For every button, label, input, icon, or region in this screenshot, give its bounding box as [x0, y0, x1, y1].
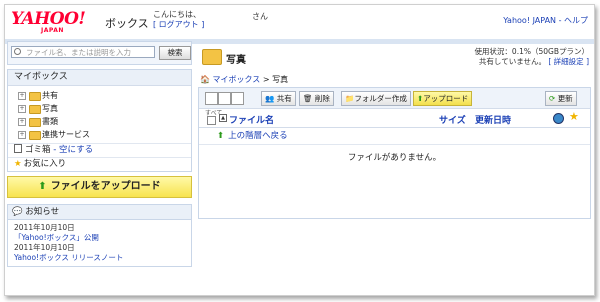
greeting: こんにちは、 [ ログアウト ] — [153, 10, 204, 30]
go-up-row[interactable]: ⬆ 上の階層へ戻る — [199, 128, 590, 145]
trash-icon — [14, 144, 22, 153]
tree-item-label: 連携サービス — [42, 130, 90, 139]
service-name[interactable]: ボックス — [105, 15, 149, 31]
speech-bubble-icon: 💬 — [12, 207, 23, 217]
trash-item[interactable]: ゴミ箱 - 空にする — [8, 143, 191, 157]
mybox-panel: マイボックス + 共有 + 写真 + 書類 + 連携サービス ゴミ箱 - 空にす… — [7, 69, 192, 172]
breadcrumb: 🏠 マイボックス > 写真 — [200, 74, 288, 85]
folder-tree: + 共有 + 写真 + 書類 + 連携サービス — [8, 86, 191, 143]
favorites-item[interactable]: ★ お気に入り — [8, 157, 191, 171]
upload-file-button[interactable]: ⬆ ファイルをアップロード — [7, 176, 192, 198]
column-header: すべて ▲ ファイル名 サイズ 更新日時 ★ — [199, 109, 590, 128]
sidebar: ファイル名、または説明を入力 検索 マイボックス + 共有 + 写真 + 書類 … — [7, 41, 192, 267]
header: YAHOO! JAPAN ボックス こんにちは、 [ ログアウト ] さん Ya… — [5, 5, 594, 41]
file-list: 👥 共有 🗑 削除 📁フォルダー作成 ⬆アップロード ⟳ 更新 すべて ▲ ファ… — [198, 87, 591, 219]
favorites-label[interactable]: お気に入り — [24, 159, 67, 169]
grid-view-icon[interactable] — [231, 92, 244, 105]
refresh-button[interactable]: ⟳ 更新 — [545, 91, 577, 106]
tree-item-photos[interactable]: + 写真 — [18, 102, 191, 115]
column-size[interactable]: サイズ — [439, 113, 466, 126]
tree-item-label: 共有 — [42, 91, 58, 100]
star-icon: ★ — [569, 110, 579, 123]
tree-item-documents[interactable]: + 書類 — [18, 115, 191, 128]
logout-link[interactable]: [ ログアウト ] — [153, 20, 204, 30]
share-label: 共有 — [276, 94, 292, 103]
top-links[interactable]: Yahoo! JAPAN - ヘルプ — [503, 15, 588, 26]
up-arrow-icon: ⬆ — [217, 131, 225, 141]
folder-icon — [29, 92, 41, 101]
tree-item-label: 写真 — [42, 104, 58, 113]
greeting-text: こんにちは、 — [153, 10, 201, 19]
go-up-link[interactable]: 上の階層へ戻る — [228, 131, 288, 141]
upload-button[interactable]: ⬆アップロード — [413, 91, 473, 106]
yahoo-logo[interactable]: YAHOO! — [11, 9, 86, 29]
folder-icon — [29, 118, 41, 127]
user-suffix: さん — [252, 12, 268, 21]
share-icon: 👥 — [265, 94, 275, 103]
sort-icon[interactable]: ▲ — [219, 114, 227, 122]
tree-item-linked-services[interactable]: + 連携サービス — [18, 128, 191, 141]
list-view-icon[interactable] — [205, 92, 218, 105]
search-icon — [14, 48, 21, 55]
breadcrumb-separator: > — [262, 75, 270, 84]
upload-file-label: ファイルをアップロード — [50, 181, 161, 192]
column-name[interactable]: ファイル名 — [229, 113, 274, 126]
share-button[interactable]: 👥 共有 — [261, 91, 296, 106]
delete-button[interactable]: 🗑 削除 — [299, 91, 334, 106]
app-window: YAHOO! JAPAN ボックス こんにちは、 [ ログアウト ] さん Ya… — [4, 4, 595, 296]
breadcrumb-root[interactable]: マイボックス — [213, 75, 261, 84]
empty-trash-link[interactable]: - 空にする — [53, 145, 93, 155]
new-folder-button[interactable]: 📁フォルダー作成 — [341, 91, 411, 106]
folder-title: 写真 — [226, 55, 246, 66]
expand-icon[interactable]: + — [18, 118, 26, 126]
news-link[interactable]: 「Yahoo!ボックス」公開 — [14, 233, 185, 243]
globe-icon — [553, 113, 564, 124]
search-button[interactable]: 検索 — [159, 46, 191, 60]
expand-icon[interactable]: + — [18, 131, 26, 139]
trash-label[interactable]: ゴミ箱 — [25, 145, 51, 155]
share-status: 共有していません。 — [478, 57, 546, 66]
new-folder-label: フォルダー作成 — [354, 94, 407, 103]
search-input[interactable]: ファイル名、または説明を入力 — [11, 46, 155, 58]
empty-message: ファイルがありません。 — [347, 153, 442, 163]
delete-icon: 🗑 — [303, 94, 313, 103]
refresh-icon: ⟳ — [549, 94, 556, 103]
column-updated[interactable]: 更新日時 — [475, 113, 511, 126]
usage-status: 使用状況：0.1%（50GBプラン） — [474, 47, 589, 56]
folder-icon — [202, 49, 222, 65]
usage-info: 使用状況：0.1%（50GBプラン） 共有していません。 [ 詳細設定 ] — [474, 47, 589, 67]
breadcrumb-current: 写真 — [272, 75, 289, 84]
star-icon: ★ — [14, 159, 22, 169]
home-icon: 🏠 — [200, 75, 210, 84]
search-box: ファイル名、または説明を入力 検索 — [7, 41, 192, 65]
news-date: 2011年10月10日 — [14, 223, 75, 232]
upload-arrow-icon: ⬆ — [38, 181, 47, 192]
expand-icon[interactable]: + — [18, 105, 26, 113]
details-link[interactable]: [ 詳細設定 ] — [548, 57, 589, 66]
select-all-checkbox[interactable] — [207, 116, 216, 125]
news-title: 💬 お知らせ — [7, 204, 192, 220]
tree-item-label: 書類 — [42, 117, 58, 126]
toolbar: 👥 共有 🗑 削除 📁フォルダー作成 ⬆アップロード ⟳ 更新 — [199, 88, 590, 109]
tree-item-shared[interactable]: + 共有 — [18, 89, 191, 102]
refresh-label: 更新 — [557, 94, 573, 103]
mybox-title[interactable]: マイボックス — [8, 70, 191, 86]
news-date: 2011年10月10日 — [14, 243, 75, 252]
detail-view-icon[interactable] — [218, 92, 231, 105]
news-title-text: お知らせ — [25, 207, 60, 217]
expand-icon[interactable]: + — [18, 92, 26, 100]
news-link[interactable]: Yahoo!ボックス リリースノート — [14, 253, 185, 263]
upload-label: アップロード — [423, 94, 469, 103]
delete-label: 削除 — [314, 94, 330, 103]
yahoo-logo-sub: JAPAN — [41, 27, 64, 34]
folder-icon — [29, 131, 41, 140]
news-list: 2011年10月10日 「Yahoo!ボックス」公開 2011年10月10日 Y… — [7, 220, 192, 267]
new-folder-icon: 📁 — [345, 94, 355, 103]
folder-icon — [29, 105, 41, 114]
